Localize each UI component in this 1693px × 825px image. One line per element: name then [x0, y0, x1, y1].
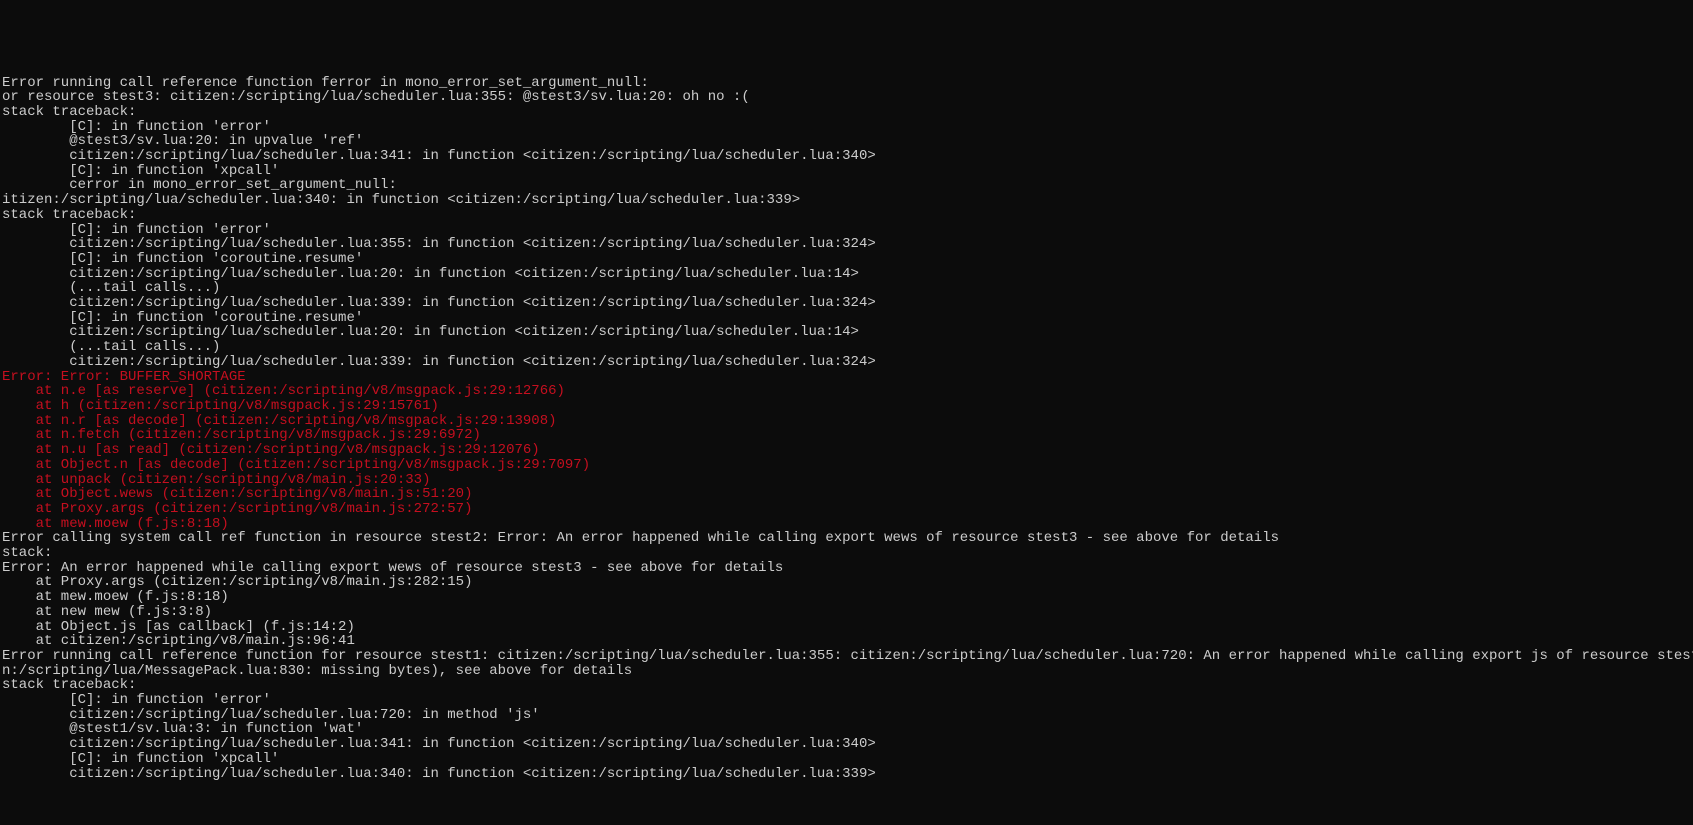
console-line: itizen:/scripting/lua/scheduler.lua:340:… [2, 193, 1691, 208]
console-line: or resource stest3: citizen:/scripting/l… [2, 90, 1691, 105]
console-line: at h (citizen:/scripting/v8/msgpack.js:2… [2, 399, 1691, 414]
console-line: (...tail calls...) [2, 340, 1691, 355]
console-line: [C]: in function 'error' [2, 120, 1691, 135]
console-line: cerror in mono_error_set_argument_null: [2, 178, 1691, 193]
console-line: [C]: in function 'error' [2, 223, 1691, 238]
console-line: citizen:/scripting/lua/scheduler.lua:341… [2, 149, 1691, 164]
console-line: at Object.wews (citizen:/scripting/v8/ma… [2, 487, 1691, 502]
console-line: at mew.moew (f.js:8:18) [2, 517, 1691, 532]
console-line: at n.u [as read] (citizen:/scripting/v8/… [2, 443, 1691, 458]
console-line: citizen:/scripting/lua/scheduler.lua:339… [2, 355, 1691, 370]
console-line: at Object.js [as callback] (f.js:14:2) [2, 620, 1691, 635]
console-line: [C]: in function 'error' [2, 693, 1691, 708]
console-line: Error: An error happened while calling e… [2, 561, 1691, 576]
console-line: at new mew (f.js:3:8) [2, 605, 1691, 620]
console-line: stack traceback: [2, 208, 1691, 223]
console-line: at n.fetch (citizen:/scripting/v8/msgpac… [2, 428, 1691, 443]
console-line: citizen:/scripting/lua/scheduler.lua:339… [2, 296, 1691, 311]
console-line: stack traceback: [2, 105, 1691, 120]
console-line: [C]: in function 'xpcall' [2, 752, 1691, 767]
console-line: Error running call reference function fe… [2, 76, 1691, 91]
console-line: [C]: in function 'coroutine.resume' [2, 252, 1691, 267]
console-line: at citizen:/scripting/v8/main.js:96:41 [2, 634, 1691, 649]
console-line: citizen:/scripting/lua/scheduler.lua:341… [2, 737, 1691, 752]
console-line: citizen:/scripting/lua/scheduler.lua:720… [2, 708, 1691, 723]
console-line: stack traceback: [2, 678, 1691, 693]
console-line: at Proxy.args (citizen:/scripting/v8/mai… [2, 502, 1691, 517]
console-line: at mew.moew (f.js:8:18) [2, 590, 1691, 605]
console-line: [C]: in function 'xpcall' [2, 164, 1691, 179]
console-line: at unpack (citizen:/scripting/v8/main.js… [2, 473, 1691, 488]
console-line: n:/scripting/lua/MessagePack.lua:830: mi… [2, 664, 1691, 679]
terminal-output[interactable]: Error running call reference function fe… [0, 74, 1693, 784]
console-line: (...tail calls...) [2, 281, 1691, 296]
console-line: citizen:/scripting/lua/scheduler.lua:20:… [2, 267, 1691, 282]
console-line: at n.r [as decode] (citizen:/scripting/v… [2, 414, 1691, 429]
console-line: @stest1/sv.lua:3: in function 'wat' [2, 722, 1691, 737]
console-line: Error: Error: BUFFER_SHORTAGE [2, 370, 1691, 385]
console-line: Error calling system call ref function i… [2, 531, 1691, 546]
console-line: stack: [2, 546, 1691, 561]
console-line: @stest3/sv.lua:20: in upvalue 'ref' [2, 134, 1691, 149]
console-line: at n.e [as reserve] (citizen:/scripting/… [2, 384, 1691, 399]
console-line: citizen:/scripting/lua/scheduler.lua:340… [2, 767, 1691, 782]
console-line: citizen:/scripting/lua/scheduler.lua:20:… [2, 325, 1691, 340]
console-line: at Object.n [as decode] (citizen:/script… [2, 458, 1691, 473]
console-line: citizen:/scripting/lua/scheduler.lua:355… [2, 237, 1691, 252]
console-line: [C]: in function 'coroutine.resume' [2, 311, 1691, 326]
console-line: Error running call reference function fo… [2, 649, 1691, 664]
console-line: at Proxy.args (citizen:/scripting/v8/mai… [2, 575, 1691, 590]
